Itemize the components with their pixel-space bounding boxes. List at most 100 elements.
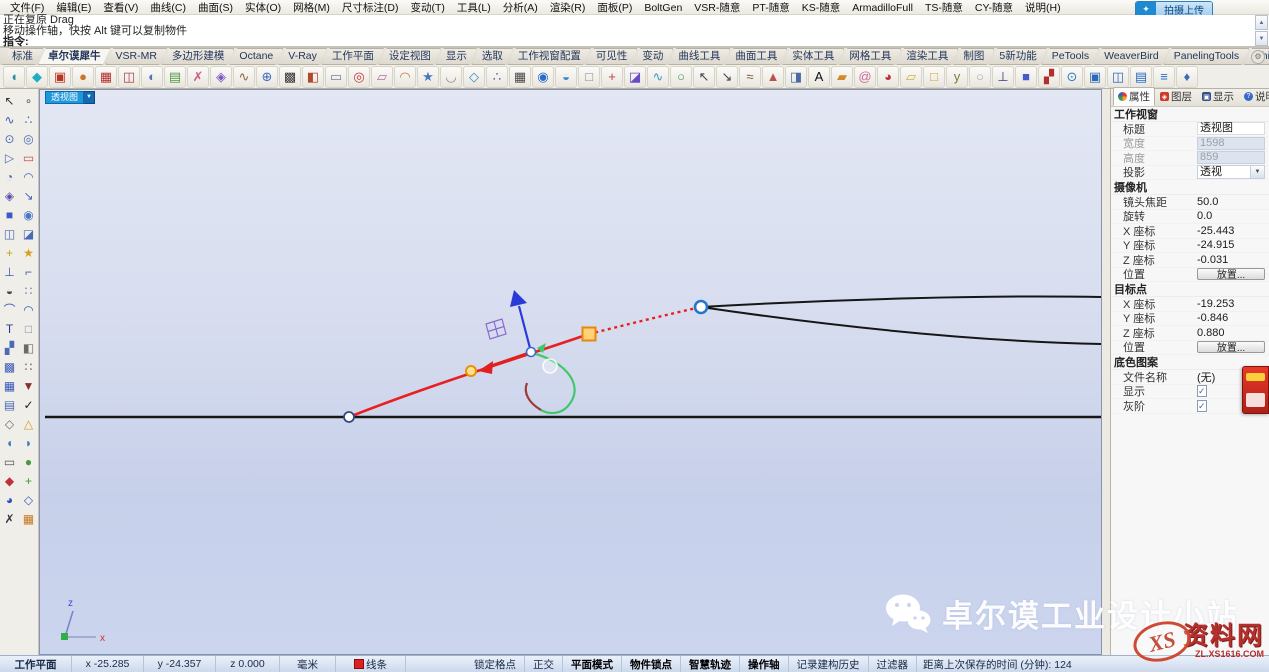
side-tool-icon[interactable]: ∷: [19, 281, 38, 300]
side-tool-icon[interactable]: ★: [19, 243, 38, 262]
side-tool-icon[interactable]: ◎: [19, 129, 38, 148]
toolbar-tab[interactable]: 显示: [436, 48, 477, 65]
side-tool-icon[interactable]: ⊙: [0, 129, 19, 148]
toolbar-tab[interactable]: PeTools: [1042, 48, 1099, 65]
tool-icon[interactable]: ◠: [394, 66, 416, 88]
side-tool-icon[interactable]: ▩: [0, 357, 19, 376]
menu-item[interactable]: 曲面(S): [192, 2, 239, 14]
tool-icon[interactable]: ◖: [3, 66, 25, 88]
side-tool-icon[interactable]: ◉: [19, 205, 38, 224]
side-tool-icon[interactable]: ▷: [0, 148, 19, 167]
tab-help[interactable]: ? 说明: [1239, 87, 1269, 106]
tool-icon[interactable]: ◉: [532, 66, 554, 88]
camera-z-value[interactable]: -0.031: [1197, 254, 1265, 266]
tool-icon[interactable]: ◡: [440, 66, 462, 88]
tab-layers[interactable]: ◈ 图层: [1155, 87, 1197, 106]
tool-icon[interactable]: ⊙: [1061, 66, 1083, 88]
focal-value[interactable]: 50.0: [1197, 196, 1265, 208]
menu-item[interactable]: 文件(F): [4, 2, 50, 14]
side-tool-icon[interactable]: ▞: [0, 338, 19, 357]
tool-icon[interactable]: ∿: [647, 66, 669, 88]
toolbar-tab[interactable]: 渲染工具: [896, 48, 958, 65]
tool-icon[interactable]: ●: [72, 66, 94, 88]
side-tool-icon[interactable]: ◫: [0, 224, 19, 243]
side-tool-icon[interactable]: ◈: [0, 186, 19, 205]
tool-icon[interactable]: ◇: [463, 66, 485, 88]
tool-icon[interactable]: ◆: [26, 66, 48, 88]
side-tool-icon[interactable]: ▦: [0, 376, 19, 395]
menu-item[interactable]: VSR-随意: [688, 2, 746, 14]
tool-icon[interactable]: □: [923, 66, 945, 88]
tool-icon[interactable]: ✗: [187, 66, 209, 88]
menu-item[interactable]: 编辑(E): [50, 2, 97, 14]
target-x-value[interactable]: -19.253: [1197, 298, 1265, 310]
tool-icon[interactable]: ▞: [1038, 66, 1060, 88]
tool-icon[interactable]: ◈: [210, 66, 232, 88]
tool-icon[interactable]: ◕: [877, 66, 899, 88]
menu-item[interactable]: 说明(H): [1019, 2, 1067, 14]
side-tool-icon[interactable]: ◆: [0, 471, 19, 490]
menu-item[interactable]: 尺寸标注(D): [336, 2, 405, 14]
tool-icon[interactable]: ▱: [371, 66, 393, 88]
tool-icon[interactable]: ◒: [555, 66, 577, 88]
tool-icon[interactable]: ∿: [233, 66, 255, 88]
toolbox-icon[interactable]: [1242, 366, 1269, 414]
tool-icon[interactable]: ▤: [1130, 66, 1152, 88]
tool-icon[interactable]: ▦: [95, 66, 117, 88]
toolbar-tab[interactable]: PanelingTools: [1164, 48, 1249, 65]
control-point-square[interactable]: [583, 328, 596, 341]
toolbar-tab[interactable]: 曲线工具: [668, 48, 730, 65]
side-tool-icon[interactable]: ◧: [19, 338, 38, 357]
side-tool-icon[interactable]: ◖: [0, 433, 19, 452]
side-tool-icon[interactable]: ↘: [19, 186, 38, 205]
viewport-title-tab[interactable]: 透视图 ▼: [45, 91, 95, 104]
side-tool-icon[interactable]: ■: [0, 205, 19, 224]
command-scrollbar[interactable]: ▲ ▼: [1255, 15, 1268, 46]
side-tool-icon[interactable]: ∴: [19, 110, 38, 129]
side-tool-icon[interactable]: ✓: [19, 395, 38, 414]
target-place-button[interactable]: 放置...: [1197, 341, 1265, 353]
status-toggle[interactable]: 正交: [525, 656, 563, 672]
tool-icon[interactable]: ◫: [118, 66, 140, 88]
tool-icon[interactable]: ↘: [716, 66, 738, 88]
perspective-viewport[interactable]: 透视图 ▼: [39, 89, 1102, 655]
side-tool-icon[interactable]: +: [19, 471, 38, 490]
tool-icon[interactable]: ▩: [279, 66, 301, 88]
side-tool-icon[interactable]: ◪: [19, 224, 38, 243]
command-prompt[interactable]: 指令:: [0, 37, 1269, 48]
menu-item[interactable]: 渲染(R): [544, 2, 592, 14]
side-tool-icon[interactable]: ◠: [19, 167, 38, 186]
tool-icon[interactable]: ★: [417, 66, 439, 88]
toolbar-tab[interactable]: 工作平面: [322, 48, 384, 65]
tool-icon[interactable]: ≡: [1153, 66, 1175, 88]
tool-icon[interactable]: @: [854, 66, 876, 88]
title-field[interactable]: 透视图: [1197, 122, 1265, 135]
side-tool-icon[interactable]: ◇: [0, 414, 19, 433]
menu-item[interactable]: PT-随意: [746, 2, 795, 14]
toolbar-tab[interactable]: 设定视图: [379, 48, 441, 65]
tool-icon[interactable]: ⊕: [256, 66, 278, 88]
tool-icon[interactable]: ▦: [509, 66, 531, 88]
side-tool-icon[interactable]: ▤: [0, 395, 19, 414]
tool-icon[interactable]: ◧: [302, 66, 324, 88]
tool-icon[interactable]: ◨: [785, 66, 807, 88]
target-z-value[interactable]: 0.880: [1197, 327, 1265, 339]
toolbar-tab[interactable]: 曲面工具: [725, 48, 787, 65]
menu-item[interactable]: 面板(P): [591, 2, 638, 14]
tool-icon[interactable]: ◫: [1107, 66, 1129, 88]
side-tool-icon[interactable]: ▭: [0, 452, 19, 471]
side-tool-icon[interactable]: △: [19, 414, 38, 433]
menu-item[interactable]: CY-随意: [969, 2, 1019, 14]
toolbar-tab[interactable]: 5新功能: [989, 48, 1046, 65]
side-tool-icon[interactable]: ▼: [19, 376, 38, 395]
tool-icon[interactable]: ◐: [141, 66, 163, 88]
side-tool-icon[interactable]: ⌒: [0, 300, 19, 319]
toolbar-tab[interactable]: 选取: [472, 48, 513, 65]
tool-icon[interactable]: ◎: [348, 66, 370, 88]
side-tool-icon[interactable]: ∷: [19, 357, 38, 376]
units-pane[interactable]: 毫米: [280, 656, 336, 672]
gumball-origin-point[interactable]: [527, 348, 536, 357]
toolbar-tab[interactable]: 卓尔谟犀牛: [38, 48, 111, 65]
side-tool-icon[interactable]: ▭: [19, 148, 38, 167]
tool-icon[interactable]: y: [946, 66, 968, 88]
